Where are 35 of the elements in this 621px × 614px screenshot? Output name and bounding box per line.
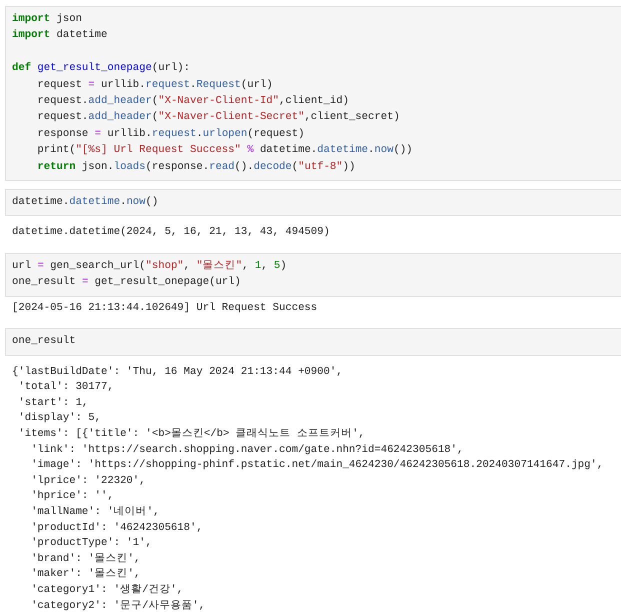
code-line: url = gen_search_url("shop", "몰스킨", 1, 5) [12,258,287,274]
code-line: one_result [12,334,76,350]
output-line: 'start': 1, [17,396,88,411]
output-line: 'image': 'https://shopping-phinf.pstatic.net/main_4624230/46242305618.20240307141647.jpg', [30,458,604,474]
code-line: request.add_header("X-Naver-Client-Id",client_id) [36,94,349,109]
output-line: 'productId': '46242305618', [30,520,203,536]
code-line: import json [12,12,82,27]
code-line: import datetime [12,28,108,44]
code-line: response = urllib.request.urlopen(request) [36,126,304,142]
output-line: 'items': [{'title': '<b>몰스킨</b> 클래식노트 소프트커버', [17,427,365,442]
output-line: 'category2': '문구/사무용품', [30,598,206,614]
output-line: 'brand': '몰스킨', [30,552,140,567]
code-cell[interactable]: one_result [5,328,621,356]
output-line: 'maker': '몰스킨', [30,567,140,582]
output-line: [2024-05-16 21:13:44.102649] Url Request Success [12,300,318,316]
code-line: request = urllib.request.Request(url) [36,78,273,93]
output-line: 'productType': '1', [30,536,152,552]
code-line: def get_result_onepage(url): [12,61,190,76]
code-line: return json.loads(response.read().decode("utf-8")) [36,160,356,175]
output-line: 'lprice': '22320', [30,474,146,489]
code-cell[interactable] [5,6,621,181]
code-line: datetime.datetime.now() [12,194,158,210]
output-line: 'hprice': '', [30,489,114,504]
output-line: 'category1': '생활/건강', [30,582,184,598]
output-line: {'lastBuildDate': 'Thu, 16 May 2024 21:13:44 +0900', [12,364,343,380]
output-line: 'display': 5, [17,411,102,426]
output-line: 'total': 30177, [17,380,114,396]
code-cell[interactable]: datetime.datetime.now() [5,188,621,216]
code-line: print("[%s] Url Request Success" % datetime.datetime.now()) [36,143,413,158]
code-line: one_result = get_result_onepage(url) [12,275,241,290]
code-cell[interactable]: url = gen_search_url("shop", "몰스킨", 1, 5) one_result = get_result_onepage(url) [5,252,621,297]
output-line: datetime.datetime(2024, 5, 16, 21, 13, 43, 494509) [12,225,330,240]
output-line: 'link': 'https://search.shopping.naver.com/gate.nhn?id=46242305618', [30,442,464,458]
output-line: 'mallName': '네이버', [30,505,160,520]
code-line: request.add_header("X-Naver-Client-Secret",client_secret) [36,110,400,126]
